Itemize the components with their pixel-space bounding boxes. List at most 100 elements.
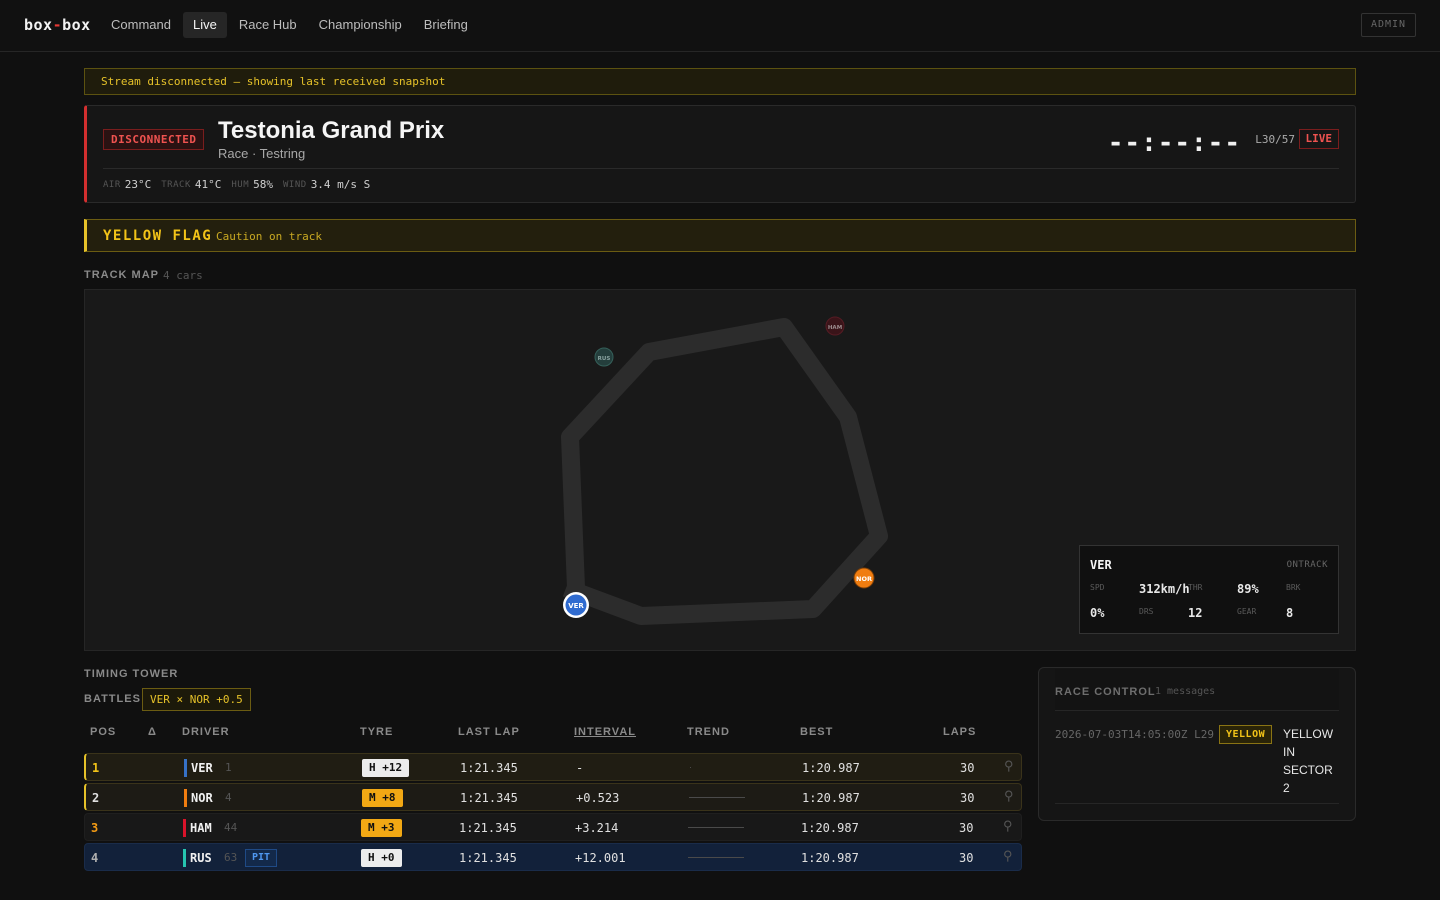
nav-links: Command Live Race Hub Championship Brief… bbox=[101, 12, 480, 38]
flag-title: YELLOW FLAG bbox=[103, 228, 213, 244]
telemetry-speed-label: SPD bbox=[1090, 583, 1105, 592]
row-driver: RUS bbox=[190, 851, 212, 865]
col-pos[interactable]: POS bbox=[90, 726, 116, 738]
session-header: DISCONNECTED Testonia Grand Prix Race · … bbox=[84, 105, 1356, 203]
brand-left: box bbox=[24, 16, 53, 34]
weather-wind-value: 3.4 m/s S bbox=[310, 178, 371, 191]
weather-wind-label: WIND bbox=[283, 180, 307, 190]
car-marker-nor[interactable]: NOR bbox=[853, 567, 875, 589]
car-marker-rus-label: RUS bbox=[598, 356, 611, 362]
col-best[interactable]: BEST bbox=[800, 726, 833, 738]
telemetry-status: ONTRACK bbox=[1286, 560, 1328, 570]
row-laps: 30 bbox=[959, 851, 974, 865]
weather-humidity-label: HUM bbox=[231, 180, 250, 190]
row-laps: 30 bbox=[959, 821, 974, 835]
team-color-bar bbox=[183, 819, 186, 837]
row-car-number: 44 bbox=[224, 821, 238, 834]
nav-championship[interactable]: Championship bbox=[309, 12, 412, 38]
yellow-flag-banner: YELLOW FLAG Caution on track bbox=[84, 219, 1356, 252]
row-driver: NOR bbox=[191, 791, 213, 805]
telemetry-driver: VER bbox=[1090, 558, 1112, 572]
row-interval: +12.001 bbox=[575, 851, 626, 865]
pin-icon[interactable]: ⚲ bbox=[1003, 848, 1013, 864]
rc-message-flag-badge: YELLOW bbox=[1219, 725, 1273, 744]
row-position: 1 bbox=[92, 761, 100, 775]
race-control-header: RACE CONTROL 1 messages bbox=[1055, 669, 1339, 711]
pit-badge: PIT bbox=[245, 849, 278, 867]
row-best-lap: 1:20.987 bbox=[802, 791, 860, 805]
telemetry-throttle-label: THR bbox=[1188, 583, 1203, 592]
weather-air-value: 23°C bbox=[124, 178, 152, 191]
col-interval[interactable]: INTERVAL bbox=[574, 726, 636, 738]
row-position: 4 bbox=[91, 851, 99, 865]
telemetry-drs-value: 12 bbox=[1188, 606, 1203, 620]
weather-track-label: TRACK bbox=[161, 180, 191, 190]
col-tyre[interactable]: TYRE bbox=[360, 726, 393, 738]
car-marker-ham[interactable]: HAM bbox=[825, 316, 845, 336]
car-marker-ver[interactable]: VER bbox=[563, 592, 589, 618]
brand-logo[interactable]: box-box bbox=[24, 16, 91, 34]
row-driver: VER bbox=[191, 761, 213, 775]
timing-row[interactable]: 4 RUS 63 PIT H +0 1:21.345 +12.001 1:20.… bbox=[84, 843, 1022, 871]
row-trend-sparkline bbox=[688, 827, 744, 828]
row-best-lap: 1:20.987 bbox=[802, 761, 860, 775]
nav-briefing[interactable]: Briefing bbox=[414, 12, 478, 38]
col-laps[interactable]: LAPS bbox=[943, 726, 976, 738]
telemetry-brake-label: BRK bbox=[1286, 583, 1301, 592]
timing-row[interactable]: 2 NOR 4 M +8 1:21.345 +0.523 1:20.987 30… bbox=[84, 783, 1022, 811]
flag-message: Caution on track bbox=[216, 230, 322, 243]
weather-strip: AIR 23°C TRACK 41°C HUM 58% WIND 3.4 m/s S bbox=[103, 178, 380, 191]
brand-dash: - bbox=[52, 16, 63, 34]
row-last-lap: 1:21.345 bbox=[460, 791, 518, 805]
pin-icon[interactable]: ⚲ bbox=[1004, 758, 1014, 774]
session-divider bbox=[103, 168, 1339, 169]
row-trend-sparkline bbox=[689, 797, 745, 798]
timing-row[interactable]: 1 VER 1 H +12 1:21.345 - 1:20.987 30 ⚲ bbox=[84, 753, 1022, 781]
track-map[interactable]: VER NOR HAM RUS VER ONTRACK SPD 312km/h … bbox=[84, 289, 1356, 651]
event-subtitle: Race · Testring bbox=[218, 146, 306, 161]
pin-icon[interactable]: ⚲ bbox=[1004, 788, 1014, 804]
row-best-lap: 1:20.987 bbox=[801, 821, 859, 835]
nav-race-hub[interactable]: Race Hub bbox=[229, 12, 307, 38]
timing-tower-label: TIMING TOWER bbox=[84, 668, 179, 680]
race-control-title: RACE CONTROL bbox=[1055, 686, 1156, 698]
col-last-lap[interactable]: LAST LAP bbox=[458, 726, 520, 738]
track-outline bbox=[561, 318, 888, 625]
row-interval: +3.214 bbox=[575, 821, 619, 835]
car-marker-ham-label: HAM bbox=[828, 325, 842, 331]
nav-live[interactable]: Live bbox=[182, 12, 227, 38]
car-marker-rus[interactable]: RUS bbox=[594, 347, 614, 367]
row-position: 3 bbox=[91, 821, 99, 835]
team-color-bar bbox=[184, 759, 187, 777]
pin-icon[interactable]: ⚲ bbox=[1003, 818, 1013, 834]
timing-row[interactable]: 3 HAM 44 M +3 1:21.345 +3.214 1:20.987 3… bbox=[84, 813, 1022, 841]
row-interval: +0.523 bbox=[576, 791, 620, 805]
row-trend-sparkline bbox=[688, 857, 744, 858]
row-last-lap: 1:21.345 bbox=[459, 821, 517, 835]
row-best-lap: 1:20.987 bbox=[801, 851, 859, 865]
col-trend[interactable]: TREND bbox=[687, 726, 730, 738]
event-title: Testonia Grand Prix bbox=[218, 117, 445, 144]
telemetry-gear-label: GEAR bbox=[1237, 607, 1257, 616]
battles-label: BATTLES bbox=[84, 693, 141, 705]
track-map-car-count: 4 cars bbox=[163, 269, 203, 282]
row-tyre-badge: H +12 bbox=[362, 759, 410, 777]
admin-button[interactable]: ADMIN bbox=[1361, 13, 1416, 37]
battle-chip[interactable]: VER ⨯ NOR +0.5 bbox=[142, 688, 251, 711]
rc-message-text: YELLOW IN SECTOR 2 bbox=[1283, 727, 1334, 795]
row-trend-sparkline bbox=[690, 767, 691, 768]
telemetry-drs-label: DRS bbox=[1139, 607, 1154, 616]
rc-message-lap: L29 bbox=[1194, 728, 1214, 741]
nav-command[interactable]: Command bbox=[101, 12, 181, 38]
col-delta[interactable]: Δ bbox=[148, 726, 157, 738]
weather-humidity-value: 58% bbox=[253, 178, 273, 191]
col-driver[interactable]: DRIVER bbox=[182, 726, 230, 738]
weather-track-value: 41°C bbox=[194, 178, 222, 191]
row-laps: 30 bbox=[960, 791, 975, 805]
row-car-number: 4 bbox=[225, 791, 232, 804]
session-clock: --:--:-- bbox=[1107, 128, 1241, 158]
row-tyre-badge: M +8 bbox=[362, 789, 403, 807]
car-marker-nor-label: NOR bbox=[856, 575, 872, 583]
row-tyre-badge: M +3 bbox=[361, 819, 402, 837]
top-nav: box-box Command Live Race Hub Championsh… bbox=[0, 0, 1440, 52]
